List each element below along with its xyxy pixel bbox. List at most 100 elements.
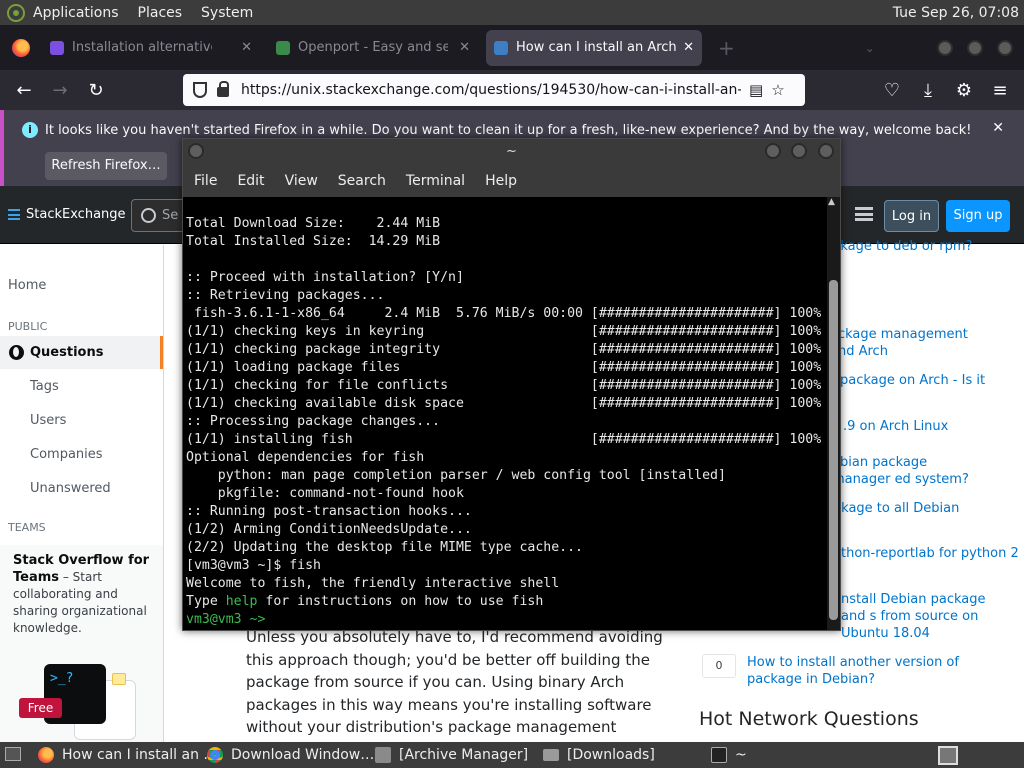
task-terminal[interactable]: ~ (711, 745, 747, 765)
menu-applications[interactable]: Applications (33, 5, 119, 21)
terminal-line: :: Retrieving packages... (186, 288, 385, 303)
terminal-line: Optional dependencies for fish (186, 450, 425, 465)
logo-text-b: Exchange (62, 207, 126, 222)
folder-icon (543, 749, 559, 761)
tab-close-icon[interactable]: ✕ (683, 40, 694, 55)
close-icon[interactable]: ✕ (992, 120, 1004, 136)
scroll-up-icon[interactable]: ▲ (828, 197, 835, 207)
tab-arch-question[interactable]: How can I install an Arch pac ✕ (486, 29, 702, 66)
menu-file[interactable]: File (194, 173, 217, 189)
menu-system[interactable]: System (201, 5, 253, 21)
site-switcher-icon[interactable] (855, 207, 873, 221)
task-firefox[interactable]: How can I install an … (38, 745, 217, 765)
show-desktop-icon[interactable] (5, 747, 21, 761)
tab-title: How can I install an Arch pac (516, 40, 680, 55)
signup-button[interactable]: Sign up (946, 200, 1010, 232)
back-icon[interactable]: ← (6, 80, 42, 101)
task-label: [Downloads] (567, 747, 655, 763)
related-link[interactable]: How to install another version of packag… (747, 654, 1007, 688)
new-tab-icon[interactable]: + (718, 36, 735, 60)
url-bar[interactable]: https://unix.stackexchange.com/questions… (183, 74, 805, 106)
url-text[interactable]: https://unix.stackexchange.com/questions… (241, 82, 741, 98)
task-label: ~ (735, 747, 747, 763)
menu-view[interactable]: View (285, 173, 318, 189)
related-link[interactable]: package to deb or rpm? (817, 238, 1024, 255)
tab-openport[interactable]: Openport - Easy and secur ✕ (268, 30, 478, 66)
lock-icon[interactable] (217, 81, 229, 97)
tab-favicon-icon (50, 40, 64, 55)
window-maximize-button[interactable] (791, 143, 807, 159)
menu-edit[interactable]: Edit (237, 173, 264, 189)
nav-questions-label: Questions (30, 345, 104, 360)
logo-text-a: Stack (26, 207, 62, 222)
menu-search[interactable]: Search (338, 173, 386, 189)
nav-unanswered[interactable]: Unanswered (30, 481, 111, 496)
distro-logo-icon[interactable] (7, 3, 25, 22)
terminal-output[interactable]: Total Download Size: 2.44 MiB Total Inst… (186, 215, 826, 629)
pocket-icon[interactable]: ♡ (874, 80, 910, 101)
window-maximize-button[interactable] (966, 39, 983, 56)
terminal-titlebar[interactable]: ~ (183, 139, 840, 165)
tab-close-icon[interactable]: ✕ (459, 40, 470, 55)
shield-icon[interactable] (193, 82, 207, 98)
related-link[interactable]: ckage to all Debian (834, 500, 1024, 517)
terminal-line: :: Running post-transaction hooks... (186, 504, 472, 519)
tab-installation[interactable]: Installation alternatives ✕ (42, 30, 260, 66)
related-link[interactable]: ackage management and Arch (830, 326, 980, 360)
terminal-line: (2/2) Updating the desktop file MIME typ… (186, 540, 583, 555)
bookmark-star-icon[interactable]: ☆ (771, 81, 784, 99)
firefox-icon (38, 747, 54, 763)
scrollbar-thumb[interactable] (829, 280, 838, 620)
workspace-switcher[interactable] (938, 746, 958, 765)
window-minimize-button[interactable] (765, 143, 781, 159)
menu-places[interactable]: Places (138, 5, 183, 21)
fish-prompt: vm3@vm3 ~> (186, 612, 266, 627)
menu-help[interactable]: Help (485, 173, 517, 189)
nav-companies[interactable]: Companies (30, 447, 103, 462)
list-tabs-icon[interactable]: ⌄ (865, 41, 875, 55)
window-menu-button[interactable] (188, 143, 204, 159)
terminal-line: (1/1) checking keys in keyring [########… (186, 324, 822, 339)
top-panel: Applications Places System Tue Sep 26, 0… (0, 0, 1024, 25)
nav-users[interactable]: Users (30, 413, 66, 428)
reload-icon[interactable]: ↻ (78, 80, 114, 101)
firefox-view-icon[interactable] (12, 38, 30, 57)
nav-home[interactable]: Home (8, 278, 46, 293)
window-close-button[interactable] (996, 39, 1013, 56)
chat-bubble-icon (112, 673, 126, 685)
left-sidebar: Home PUBLIC Questions Tags Users Compani… (0, 245, 164, 742)
login-button[interactable]: Log in (884, 200, 939, 232)
related-link[interactable]: nstall Debian package and s from source … (841, 591, 1001, 642)
clock[interactable]: Tue Sep 26, 07:08 (893, 5, 1019, 21)
notification-message: It looks like you haven't started Firefo… (45, 123, 972, 138)
task-chrome[interactable]: Download Window… (207, 745, 374, 765)
window-close-button[interactable] (818, 143, 834, 159)
related-link[interactable]: package on Arch - Is it (840, 372, 990, 389)
refresh-firefox-button[interactable]: Refresh Firefox… (45, 152, 167, 180)
teams-promo: Stack Overflow for Teams – Start collabo… (0, 545, 163, 742)
task-downloads[interactable]: [Downloads] (543, 745, 655, 765)
terminal-line: :: Processing package changes... (186, 414, 441, 429)
hamburger-menu-icon[interactable]: ≡ (982, 80, 1018, 101)
nav-questions[interactable]: Questions (0, 336, 163, 369)
nav-tags[interactable]: Tags (30, 379, 59, 394)
terminal-help-pre: Type (186, 594, 226, 609)
extensions-icon[interactable]: ⚙ (946, 80, 982, 101)
tab-title: Openport - Easy and secur (298, 40, 448, 55)
nav-section-teams: TEAMS (8, 521, 46, 534)
related-link[interactable]: .9 on Arch Linux (843, 418, 1024, 435)
window-minimize-button[interactable] (936, 39, 953, 56)
task-archive-manager[interactable]: [Archive Manager] (375, 745, 528, 765)
free-badge[interactable]: Free (19, 698, 62, 718)
menu-terminal[interactable]: Terminal (406, 173, 465, 189)
reader-view-icon[interactable]: ▤ (749, 81, 763, 99)
related-link[interactable]: ebian package manager ed system? (832, 454, 982, 488)
tab-close-icon[interactable]: ✕ (241, 40, 252, 55)
terminal-title: ~ (506, 144, 517, 159)
related-link[interactable]: thon-reportlab for python 2 (841, 545, 1024, 562)
terminal-scrollbar[interactable]: ▲ (827, 197, 840, 630)
forward-icon[interactable]: → (42, 80, 78, 101)
tab-favicon-icon (494, 40, 508, 55)
stackexchange-logo[interactable]: Stack Exchange (8, 207, 126, 222)
downloads-icon[interactable]: ⤓ (910, 80, 946, 101)
